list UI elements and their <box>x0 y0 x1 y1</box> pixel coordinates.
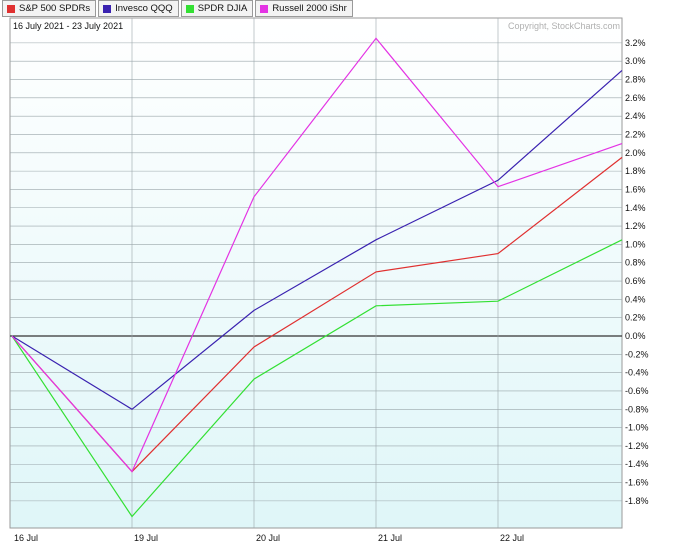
y-tick-label: -0.6% <box>625 386 649 396</box>
y-tick-label: -1.8% <box>625 496 649 506</box>
y-tick-label: -0.4% <box>625 368 649 378</box>
y-tick-label: 1.8% <box>625 166 646 176</box>
performance-chart: 3.2% 3.0% 2.8% 2.6% 2.4% 2.2% 2.0% 1.8% 1.6% 1.4%… <box>9 17 649 543</box>
y-tick-label: 2.4% <box>625 111 646 121</box>
y-tick-label: 1.0% <box>625 239 646 249</box>
y-tick-label: -0.2% <box>625 349 649 359</box>
y-axis-labels: 3.2% 3.0% 2.8% 2.6% 2.4% 2.2% 2.0% 1.8% 1.6% 1.4%… <box>625 38 649 506</box>
y-tick-label: 2.0% <box>625 148 646 158</box>
y-tick-label: 0.2% <box>625 313 646 323</box>
y-tick-label: 2.8% <box>625 75 646 85</box>
y-tick-label: 2.2% <box>625 129 646 139</box>
date-range: 16 July 2021 - 23 July 2021 <box>13 21 123 31</box>
x-tick-label: 22 Jul <box>500 533 524 543</box>
y-tick-label: 3.2% <box>625 38 646 48</box>
y-tick-label: 0.0% <box>625 331 646 341</box>
y-tick-label: -1.0% <box>625 423 649 433</box>
y-tick-label: 1.4% <box>625 203 646 213</box>
x-tick-label: 21 Jul <box>378 533 402 543</box>
x-axis-labels: 16 Jul 19 Jul 20 Jul 21 Jul 22 Jul <box>14 533 524 543</box>
y-tick-label: 0.6% <box>625 276 646 286</box>
y-tick-label: -0.8% <box>625 404 649 414</box>
plot-background <box>9 17 623 529</box>
y-tick-label: 2.6% <box>625 93 646 103</box>
x-tick-label: 19 Jul <box>134 533 158 543</box>
x-tick-label: 16 Jul <box>14 533 38 543</box>
y-tick-label: 0.8% <box>625 258 646 268</box>
y-tick-label: 0.4% <box>625 294 646 304</box>
x-tick-label: 20 Jul <box>256 533 280 543</box>
y-tick-label: 1.6% <box>625 184 646 194</box>
y-tick-label: -1.2% <box>625 441 649 451</box>
y-tick-label: 3.0% <box>625 56 646 66</box>
y-tick-label: -1.4% <box>625 459 649 469</box>
copyright-text: Copyright, StockCharts.com <box>508 21 620 31</box>
y-tick-label: 1.2% <box>625 221 646 231</box>
y-tick-label: -1.6% <box>625 478 649 488</box>
